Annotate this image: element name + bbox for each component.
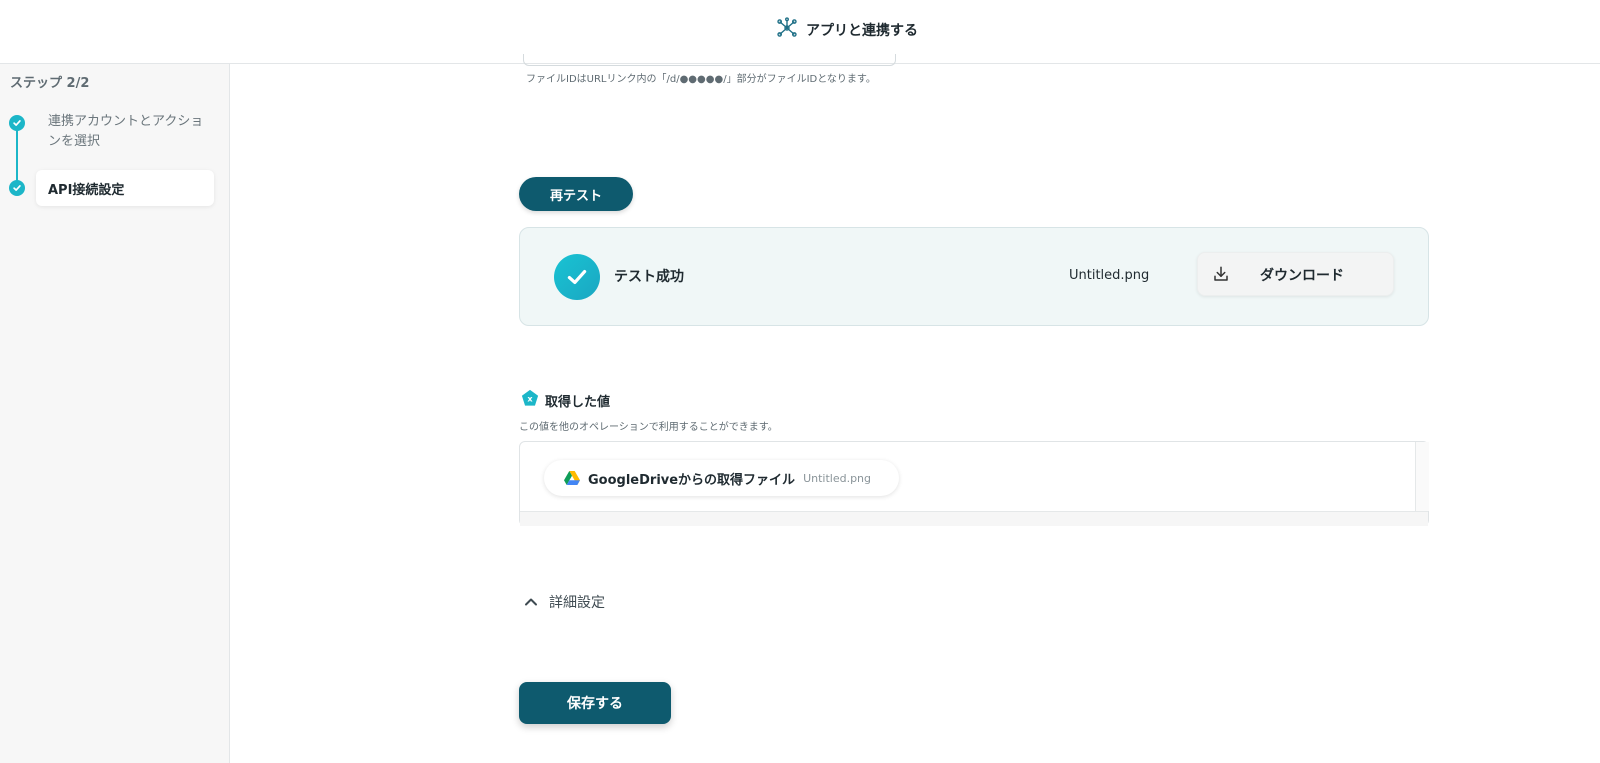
acquired-value-chip[interactable]: GoogleDriveからの取得ファイル Untitled.png [544, 460, 900, 496]
step-2-label: API接続設定 [48, 183, 125, 198]
step-connector-line [16, 122, 18, 186]
step-sidebar: ステップ 2/2 連携アカウントとアクションを選択 API接続設定 [0, 64, 230, 763]
file-id-input-edge[interactable] [523, 54, 896, 66]
header-title-group: アプリと連携する [776, 16, 918, 44]
test-result-card: テスト成功 Untitled.png ダウンロード [519, 227, 1429, 326]
header-title: アプリと連携する [806, 23, 918, 39]
acquired-value-preview: Untitled.png [803, 471, 872, 485]
result-file-name: Untitled.png [1069, 268, 1150, 283]
step-1-check-icon [9, 115, 25, 131]
variable-badge-icon: x [521, 389, 539, 411]
step-2-item[interactable]: API接続設定 [36, 170, 214, 206]
success-check-icon [554, 254, 600, 300]
step-1-label[interactable]: 連携アカウントとアクションを選択 [48, 112, 208, 152]
acquired-values-heading: x 取得した値 [521, 389, 610, 411]
svg-text:x: x [527, 394, 533, 404]
step-2-check-icon [9, 180, 25, 196]
vertical-scrollbar[interactable] [1415, 442, 1429, 511]
google-drive-icon [564, 471, 580, 485]
file-id-help-text: ファイルIDはURLリンク内の「/d/●●●●●/」部分がファイルIDとなります… [526, 74, 876, 85]
download-icon [1214, 266, 1228, 281]
detail-settings-toggle[interactable]: 詳細設定 [523, 592, 605, 612]
download-button[interactable]: ダウンロード [1197, 252, 1394, 296]
retest-button[interactable]: 再テスト [519, 177, 633, 211]
step-count: ステップ 2/2 [10, 76, 90, 91]
acquired-values-description: この値を他のオペレーションで利用することができます。 [519, 422, 778, 433]
download-label: ダウンロード [1260, 268, 1344, 284]
integration-hub-icon [776, 17, 798, 43]
chevron-up-icon [525, 598, 537, 606]
acquired-value-label: GoogleDriveからの取得ファイル [588, 472, 796, 488]
acquired-values-panel: GoogleDriveからの取得ファイル Untitled.png [519, 441, 1429, 526]
detail-settings-label: 詳細設定 [549, 595, 605, 611]
acquired-values-title: 取得した値 [545, 394, 611, 410]
save-button[interactable]: 保存する [519, 682, 671, 724]
horizontal-scrollbar[interactable] [520, 511, 1428, 526]
test-success-text: テスト成功 [614, 269, 684, 285]
